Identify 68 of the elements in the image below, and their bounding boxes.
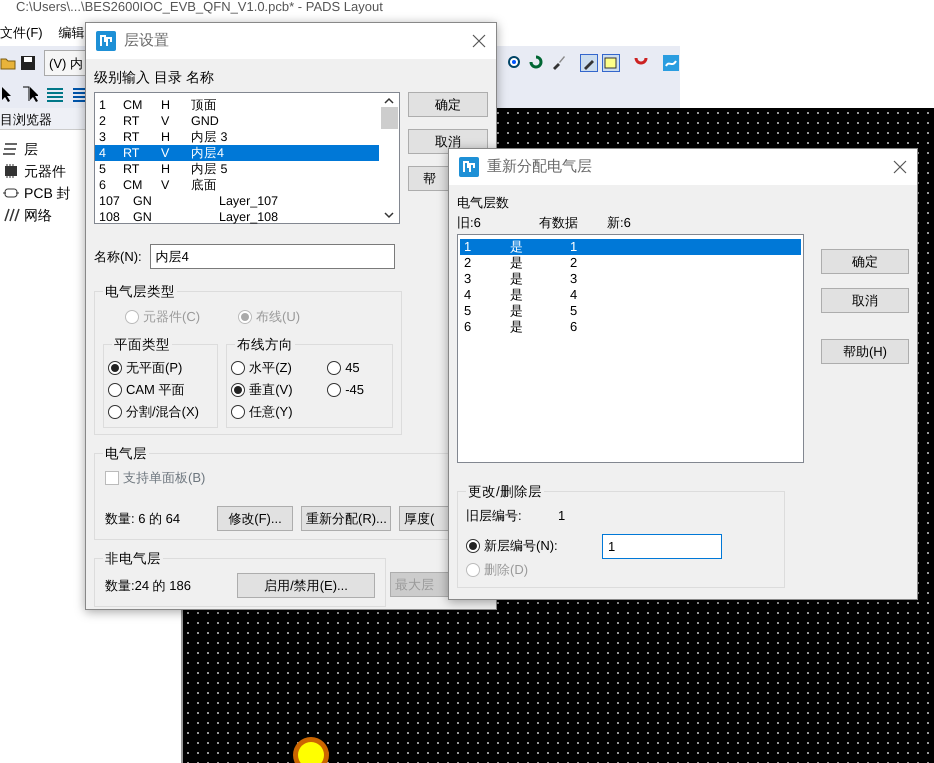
new-layer-field[interactable]: 1	[602, 534, 722, 558]
list-item[interactable]: 1 是 1	[460, 239, 801, 255]
list-item[interactable]: 3 是 3	[460, 271, 801, 287]
list-item[interactable]: 4 RT V 内层4	[95, 145, 379, 161]
scroll-thumb[interactable]	[380, 107, 398, 129]
app-icon	[459, 157, 479, 177]
panel-title: 目浏览器	[0, 112, 52, 127]
pencil-icon[interactable]	[580, 54, 598, 72]
tree-item[interactable]: 层	[0, 138, 38, 160]
field-label: 名称(N):	[94, 248, 142, 266]
radio-button[interactable]: 任意(Y)	[231, 401, 328, 423]
pointer-icon[interactable]	[0, 85, 14, 103]
radio-button[interactable]: 新层编号(N):	[466, 535, 602, 557]
dialog-button[interactable]: 确定	[408, 92, 488, 117]
radio-button[interactable]: -45	[327, 379, 388, 401]
save-icon[interactable]	[20, 55, 36, 71]
list-item[interactable]: 3 RT H 内层 3	[95, 129, 379, 145]
window-title: C:\Users\...\BES2600IOC_EVB_QFN_V1.0.pcb* - PADS Layout	[16, 0, 383, 14]
section-label: 电气层数	[457, 194, 510, 212]
dialog-button[interactable]: 启用/禁用(E)...	[237, 573, 375, 598]
radio-button[interactable]: 分割/混合(X)	[108, 401, 214, 423]
list-item[interactable]: 107 GN Layer_107	[95, 193, 379, 209]
dialog-button[interactable]: 重新分配(R)...	[301, 506, 391, 532]
radio-button[interactable]: CAM 平面	[108, 379, 214, 401]
field-label: 旧层编号:	[466, 507, 523, 525]
count-text: 数量: 6 的 64	[105, 510, 182, 528]
dialog-button[interactable]: 取消	[821, 288, 909, 313]
pointer-icon[interactable]	[22, 85, 38, 103]
radio-button[interactable]: 水平(Z)	[231, 357, 328, 379]
tree-item[interactable]: 元器件	[0, 160, 66, 182]
dialog-button[interactable]: 确定	[821, 249, 909, 274]
count-text: 数量:24 的 186	[105, 577, 192, 595]
list-item[interactable]: 108 GN Layer_108	[95, 209, 379, 225]
list-item[interactable]: 6 是 6	[460, 319, 801, 335]
dialog-title: 重新分配电气层	[487, 156, 592, 177]
radio-button[interactable]: 无平面(P)	[108, 357, 214, 379]
app-icon	[96, 31, 116, 51]
layer-dropdown[interactable]: (V) 内	[44, 50, 88, 76]
dialog-button[interactable]: 帮助(H)	[821, 339, 909, 364]
list-item[interactable]: 2 RT V GND	[95, 113, 379, 129]
chip-icon	[2, 162, 20, 180]
name-field[interactable]: 内层4	[150, 244, 395, 269]
net-icon	[2, 206, 20, 224]
list-header: 级别输入 目录 名称	[94, 68, 215, 87]
column-label: 旧:6	[457, 214, 482, 232]
radio-button[interactable]: 垂直(V)	[231, 379, 328, 401]
close-icon[interactable]	[472, 34, 486, 48]
window-icon[interactable]	[602, 54, 620, 72]
tree-item[interactable]: 网络	[0, 204, 52, 226]
menu-item[interactable]: 文件(F)	[0, 23, 43, 43]
column-label: 新:6	[607, 214, 631, 232]
list-item[interactable]: 6 CM V 底面	[95, 177, 379, 193]
wave-icon[interactable]	[662, 54, 680, 72]
list-item[interactable]: 2 是 2	[460, 255, 801, 271]
column-label: 有数据	[539, 214, 579, 232]
dialog-button[interactable]: 修改(F)...	[217, 506, 293, 532]
close-icon[interactable]	[893, 160, 907, 174]
tree-item[interactable]: PCB 封	[0, 182, 71, 204]
list-item[interactable]: 5 RT H 内层 5	[95, 161, 379, 177]
list-item[interactable]: 1 CM H 顶面	[95, 97, 379, 113]
list-item[interactable]: 4 是 4	[460, 287, 801, 303]
list-item[interactable]: 5 是 5	[460, 303, 801, 319]
layers-icon[interactable]	[46, 86, 64, 102]
menu-item[interactable]: 编辑	[58, 23, 85, 43]
radio-button[interactable]: 45	[327, 357, 388, 379]
dialog-button[interactable]: 厚度(	[399, 506, 451, 532]
old-layer-number: 1	[558, 507, 566, 525]
dialog-title: 层设置	[124, 30, 169, 51]
